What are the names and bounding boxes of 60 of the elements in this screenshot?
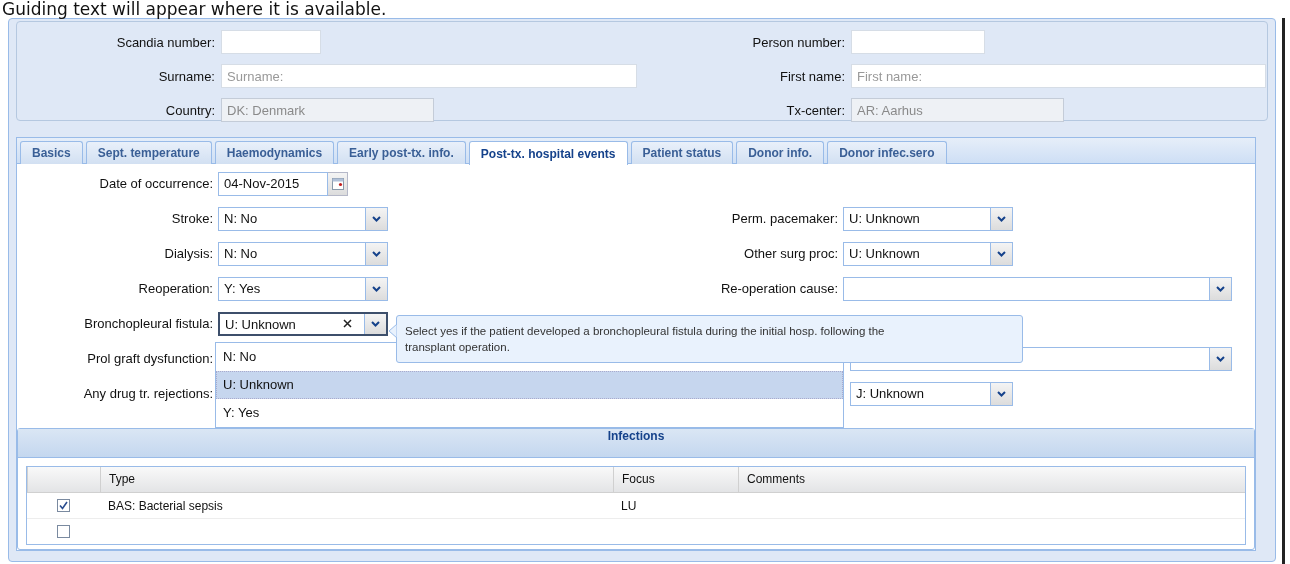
- chevron-down-icon: [997, 251, 1006, 257]
- tab[interactable]: Post-tx. hospital events: [468, 141, 628, 165]
- chevron-down-icon: [371, 321, 380, 327]
- checkbox[interactable]: [57, 525, 70, 538]
- checkbox[interactable]: [57, 499, 70, 512]
- field-label: Other surg proc:: [743, 245, 838, 263]
- tab[interactable]: Haemodynamics: [214, 141, 335, 164]
- tooltip-arrow-icon: [388, 324, 397, 338]
- chevron-down-icon: [1216, 286, 1225, 292]
- dropdown-field[interactable]: N: No: [218, 242, 388, 266]
- field-label: Surname:: [157, 68, 215, 84]
- panel-title: Infections: [18, 429, 1254, 458]
- tab[interactable]: Early post-tx. info.: [337, 141, 466, 164]
- guide-text: Guiding text will appear where it is available.: [1, 0, 388, 18]
- table-cell-text: BAS: Bacterial sepsis: [107, 498, 224, 513]
- field-label: Scandia number:: [115, 34, 215, 50]
- field-label: Bronchopleural fistula:: [83, 315, 213, 333]
- field-label: Any drug tr. rejections:: [82, 385, 213, 403]
- field-label: Re-operation cause:: [719, 280, 838, 298]
- field-label: Date of occurrence:: [98, 175, 213, 193]
- field-label: Reoperation:: [137, 280, 213, 298]
- tab[interactable]: Donor infec.sero: [827, 141, 947, 164]
- dropdown-field[interactable]: [843, 277, 1232, 301]
- chevron-down-icon: [997, 391, 1006, 397]
- dropdown-field[interactable]: U: Unknown: [218, 312, 388, 336]
- field-label: First name:: [779, 68, 845, 84]
- chevron-down-icon: [1216, 356, 1225, 362]
- text-field[interactable]: [851, 30, 985, 54]
- field-label: Stroke:: [170, 210, 213, 228]
- field-label: Perm. pacemaker:: [730, 210, 838, 228]
- chevron-down-icon: [997, 216, 1006, 222]
- dropdown-field[interactable]: N: No: [218, 207, 388, 231]
- field-label: Dialysis:: [163, 245, 213, 263]
- text-field[interactable]: First name:: [851, 64, 1266, 88]
- field-label: Country:: [164, 102, 215, 118]
- tab[interactable]: Donor info.: [736, 141, 825, 164]
- calendar-icon[interactable]: [331, 178, 344, 190]
- tab[interactable]: Sept. temperature: [85, 141, 212, 164]
- field-label: Prol graft dysfunction:: [86, 350, 213, 368]
- tooltip: Select yes if the patient developed a bronchopleural fistula during the initial hosp. following the transplant operation.: [396, 315, 1023, 363]
- tab[interactable]: Basics: [20, 141, 83, 164]
- field-label: Person number:: [751, 34, 845, 50]
- tab[interactable]: Patient status: [630, 141, 734, 164]
- text-field[interactable]: Surname:: [221, 64, 637, 88]
- chevron-down-icon: [372, 251, 381, 257]
- dropdown-field[interactable]: Y: Yes: [218, 277, 388, 301]
- table-cell-text: LU: [620, 498, 638, 513]
- dropdown-field[interactable]: J: Unknown: [850, 382, 1013, 406]
- field-label: Tx-center:: [785, 102, 845, 118]
- chevron-down-icon: [372, 286, 381, 292]
- chevron-down-icon: [372, 216, 381, 222]
- dropdown-option[interactable]: U: Unknown: [216, 371, 843, 399]
- column-header[interactable]: Focus: [613, 467, 738, 492]
- column-header[interactable]: Comments: [738, 467, 1245, 492]
- text-field[interactable]: [221, 30, 321, 54]
- column-header[interactable]: Type: [100, 467, 613, 492]
- dropdown-option[interactable]: Y: Yes: [216, 399, 843, 427]
- dropdown-field[interactable]: U: Unknown: [843, 207, 1013, 231]
- dropdown-field[interactable]: U: Unknown: [843, 242, 1013, 266]
- date-field[interactable]: 04-Nov-2015: [218, 172, 328, 196]
